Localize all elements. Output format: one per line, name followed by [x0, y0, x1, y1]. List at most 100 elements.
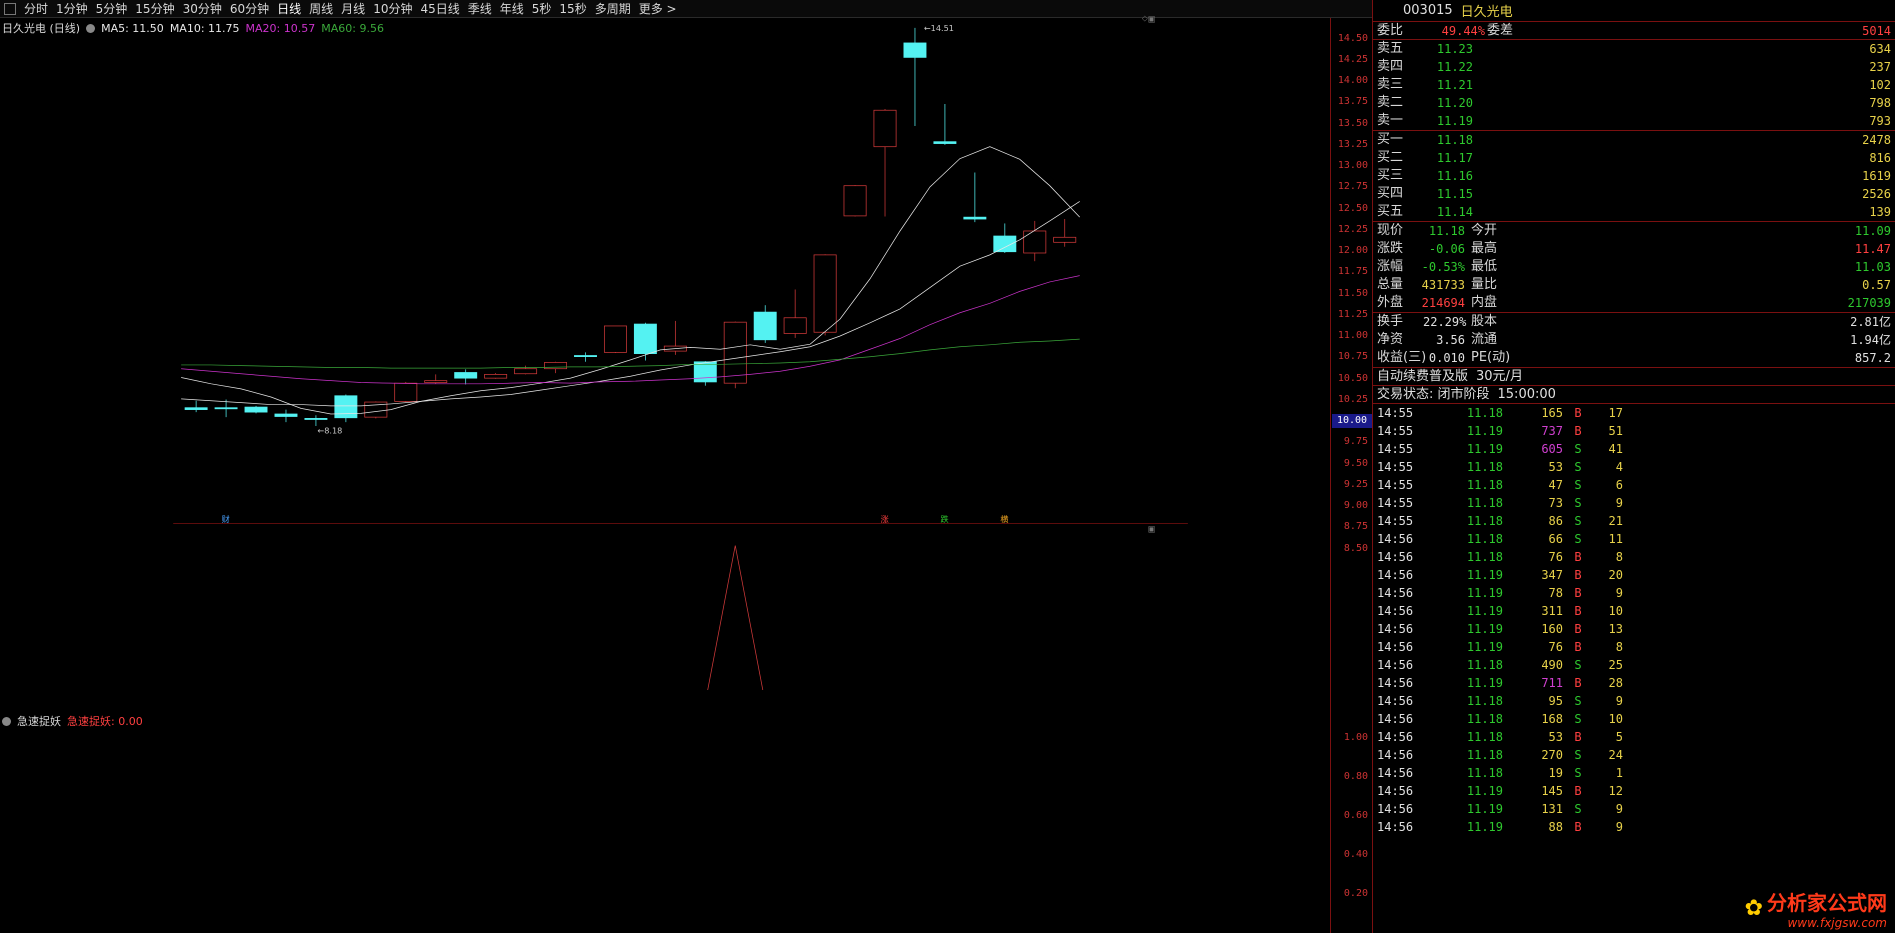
tick-row[interactable]: 14:56 11.18 53 B 5	[1373, 728, 1895, 746]
promo-price[interactable]: 30元/月	[1468, 368, 1523, 385]
tick-row[interactable]: 14:56 11.18 270 S 24	[1373, 746, 1895, 764]
tick-row[interactable]: 14:55 11.19 605 S 41	[1373, 440, 1895, 458]
price-tick: 10.75	[1337, 351, 1368, 363]
tick-price: 11.19	[1466, 604, 1503, 618]
price-tick: 12.50	[1337, 202, 1368, 214]
candle[interactable]	[1053, 219, 1077, 247]
tick-row[interactable]: 14:56 11.19 347 B 20	[1373, 566, 1895, 584]
sub-maximize-icon[interactable]: ▣	[1148, 524, 1156, 534]
order-row[interactable]: 买一 11.18 2478	[1373, 131, 1895, 149]
tick-time: 14:56	[1377, 694, 1414, 708]
order-row[interactable]: 卖四 11.22 237	[1373, 58, 1895, 76]
stat-label: 股本	[1471, 314, 1498, 329]
diamond-icon[interactable]: ◇	[1142, 14, 1148, 23]
order-row[interactable]: 买二 11.17 816	[1373, 149, 1895, 167]
candle[interactable]	[454, 369, 478, 385]
event-marker[interactable]: 涨	[881, 514, 889, 524]
event-marker[interactable]: 跌	[940, 514, 948, 524]
tick-row[interactable]: 14:56 11.18 76 B 8	[1373, 548, 1895, 566]
tick-row[interactable]: 14:55 11.18 73 S 9	[1373, 494, 1895, 512]
tick-time: 14:56	[1377, 568, 1414, 582]
candle[interactable]	[304, 415, 328, 426]
candle[interactable]	[873, 108, 897, 217]
tick-row[interactable]: 14:56 11.19 76 B 8	[1373, 638, 1895, 656]
order-label: 买二	[1377, 150, 1404, 165]
tick-row[interactable]: 14:56 11.18 19 S 1	[1373, 764, 1895, 782]
candle[interactable]	[993, 223, 1017, 253]
tick-count: 9	[1615, 802, 1623, 816]
stat-value: 0.010	[1428, 351, 1465, 365]
event-marker[interactable]: 财	[222, 514, 230, 524]
candle-body	[843, 185, 867, 217]
event-marker[interactable]: 横	[1000, 514, 1008, 524]
candle[interactable]	[274, 409, 298, 423]
maximize-icon[interactable]: ▣	[1148, 13, 1156, 23]
tick-row[interactable]: 14:56 11.19 311 B 10	[1373, 602, 1895, 620]
tick-row[interactable]: 14:56 11.19 711 B 28	[1373, 674, 1895, 692]
candle[interactable]	[933, 103, 957, 145]
tick-price: 11.18	[1466, 658, 1503, 672]
price-tick: 12.75	[1337, 181, 1368, 193]
candle[interactable]	[244, 405, 268, 414]
candle[interactable]	[813, 254, 837, 336]
candle[interactable]	[723, 321, 747, 389]
candle[interactable]	[424, 374, 448, 384]
tick-time: 14:56	[1377, 604, 1414, 618]
candle[interactable]	[963, 172, 987, 223]
candle[interactable]	[603, 325, 627, 353]
promo-text[interactable]: 自动续费普及版	[1373, 368, 1468, 385]
tick-row[interactable]: 14:56 11.19 88 B 9	[1373, 818, 1895, 836]
candle[interactable]	[364, 401, 388, 419]
tick-row[interactable]: 14:56 11.18 95 S 9	[1373, 692, 1895, 710]
stat-value: 22.29%	[1423, 315, 1467, 329]
stat-row: 现价 11.18 今开 11.09	[1373, 222, 1895, 240]
tick-row[interactable]: 14:55 11.18 165 B 17	[1373, 404, 1895, 422]
order-row[interactable]: 卖一 11.19 793	[1373, 112, 1895, 130]
order-row[interactable]: 卖二 11.20 798	[1373, 94, 1895, 112]
candle[interactable]	[903, 27, 927, 126]
indicator-settings-icon[interactable]	[2, 716, 11, 726]
candle[interactable]	[693, 361, 717, 386]
tick-row[interactable]: 14:56 11.18 66 S 11	[1373, 530, 1895, 548]
order-row[interactable]: 卖五 11.23 634	[1373, 40, 1895, 58]
tick-list[interactable]: 14:55 11.18 165 B 17 14:55 11.19 737 B 51…	[1373, 404, 1895, 836]
candle[interactable]	[484, 373, 508, 379]
candle[interactable]	[334, 394, 358, 423]
tick-row[interactable]: 14:55 11.18 53 S 4	[1373, 458, 1895, 476]
candle[interactable]	[574, 352, 597, 362]
candlestick-chart[interactable]: 财 涨 跌 横 ←14.51 ←8.18 ◇ ▣ ▣	[0, 0, 1330, 690]
tick-row[interactable]: 14:55 11.18 86 S 21	[1373, 512, 1895, 530]
candle-body	[783, 317, 807, 334]
tick-row[interactable]: 14:56 11.18 490 S 25	[1373, 656, 1895, 674]
tick-volume: 53	[1548, 730, 1563, 744]
tick-time: 14:56	[1377, 766, 1414, 780]
order-row[interactable]: 买五 11.14 139	[1373, 203, 1895, 221]
tick-row[interactable]: 14:55 11.19 737 B 51	[1373, 422, 1895, 440]
candle[interactable]	[843, 185, 867, 217]
candle[interactable]	[1023, 220, 1047, 262]
tick-row[interactable]: 14:56 11.19 145 B 12	[1373, 782, 1895, 800]
tick-row[interactable]: 14:56 11.19 78 B 9	[1373, 584, 1895, 602]
ma-line-ma10	[181, 201, 1080, 407]
promo-row[interactable]: 自动续费普及版 30元/月	[1373, 368, 1895, 386]
candle[interactable]	[184, 400, 208, 413]
tick-side: B	[1574, 730, 1582, 744]
tick-side: B	[1574, 424, 1582, 438]
tick-price: 11.19	[1466, 424, 1503, 438]
candle[interactable]	[783, 289, 807, 338]
order-row[interactable]: 卖三 11.21 102	[1373, 76, 1895, 94]
tick-row[interactable]: 14:56 11.18 168 S 10	[1373, 710, 1895, 728]
candle-body	[963, 216, 987, 220]
candle[interactable]	[663, 320, 687, 355]
watermark: ✿ 分析家公式网 www.fxjgsw.com	[1685, 883, 1895, 933]
tick-row[interactable]: 14:56 11.19 160 B 13	[1373, 620, 1895, 638]
order-row[interactable]: 买三 11.16 1619	[1373, 167, 1895, 185]
tick-row[interactable]: 14:56 11.19 131 S 9	[1373, 800, 1895, 818]
tick-row[interactable]: 14:55 11.18 47 S 6	[1373, 476, 1895, 494]
candle[interactable]	[394, 381, 418, 403]
tick-price: 11.18	[1466, 730, 1503, 744]
price-tick: 11.00	[1337, 330, 1368, 342]
order-row[interactable]: 买四 11.15 2526	[1373, 185, 1895, 203]
candle[interactable]	[753, 305, 777, 343]
candle[interactable]	[514, 365, 538, 375]
